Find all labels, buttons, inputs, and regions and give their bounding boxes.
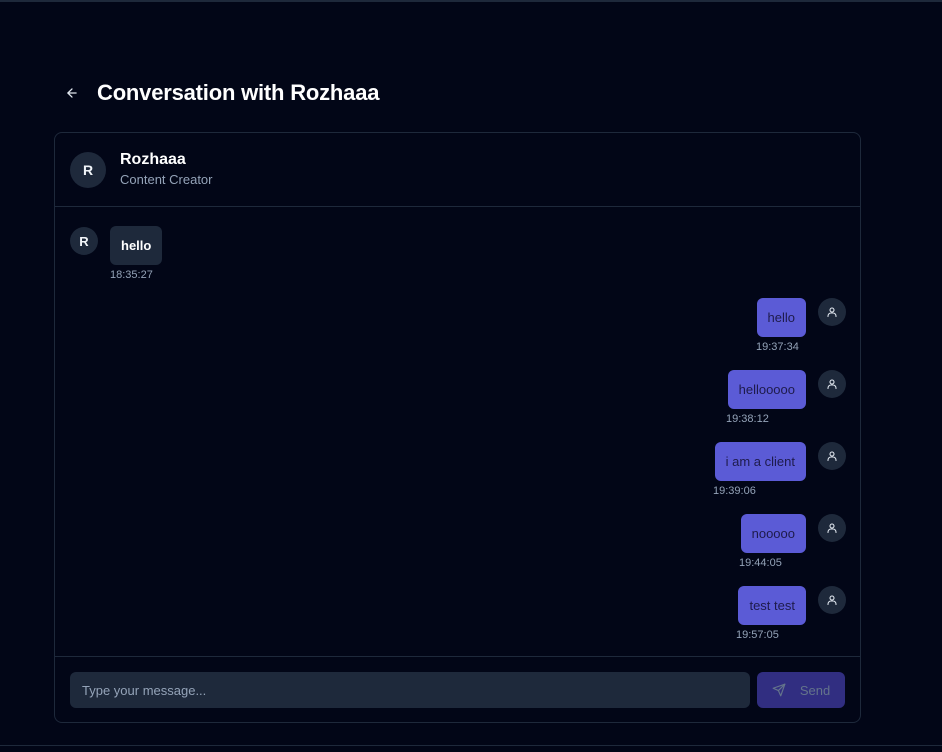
message-outgoing: test test 19:57:05 bbox=[55, 586, 860, 646]
contact-name: Rozhaaa bbox=[120, 151, 186, 168]
user-icon bbox=[827, 379, 837, 390]
message-bubble: hello bbox=[756, 298, 806, 337]
message-outgoing: hello 19:37:34 bbox=[55, 298, 860, 358]
message-list[interactable]: R hello 18:35:27 hello 19:37:34 helloooo… bbox=[55, 207, 860, 657]
message-bubble: hellooooo bbox=[727, 370, 806, 409]
message-time: 19:37:34 bbox=[756, 341, 799, 353]
user-avatar bbox=[818, 442, 846, 470]
send-button[interactable]: Send bbox=[757, 672, 845, 708]
message-bubble: hello bbox=[110, 226, 163, 265]
user-icon bbox=[827, 523, 837, 534]
message-time: 19:39:06 bbox=[713, 485, 756, 497]
top-divider bbox=[0, 0, 942, 2]
message-bubble: nooooo bbox=[740, 514, 806, 553]
message-time: 18:35:27 bbox=[110, 269, 153, 281]
message-time: 19:57:05 bbox=[736, 629, 779, 641]
message-input[interactable] bbox=[70, 672, 750, 708]
user-avatar bbox=[818, 370, 846, 398]
contact-avatar: R bbox=[70, 151, 106, 188]
message-time: 19:44:05 bbox=[739, 557, 782, 569]
message-outgoing: hellooooo 19:38:12 bbox=[55, 370, 860, 430]
user-avatar bbox=[818, 298, 846, 326]
bottom-divider bbox=[0, 745, 942, 746]
message-incoming: R hello 18:35:27 bbox=[55, 207, 860, 281]
message-outgoing: nooooo 19:44:05 bbox=[55, 514, 860, 574]
page-header: Conversation with Rozhaaa bbox=[62, 78, 379, 108]
message-bubble: test test bbox=[738, 586, 806, 625]
contact-info: Rozhaaa Content Creator bbox=[120, 150, 213, 189]
user-icon bbox=[827, 307, 837, 318]
user-avatar bbox=[818, 514, 846, 542]
message-time: 19:38:12 bbox=[726, 413, 769, 425]
user-icon bbox=[827, 595, 837, 606]
send-icon bbox=[772, 683, 786, 697]
sender-avatar: R bbox=[70, 227, 98, 255]
conversation-card: R Rozhaaa Content Creator R hello 18:35:… bbox=[54, 132, 861, 723]
contact-header: R Rozhaaa Content Creator bbox=[55, 133, 860, 207]
message-outgoing: i am a client 19:39:06 bbox=[55, 442, 860, 502]
contact-role: Content Creator bbox=[120, 172, 213, 187]
user-avatar bbox=[818, 586, 846, 614]
message-composer: Send bbox=[55, 656, 860, 722]
back-button[interactable] bbox=[62, 83, 82, 103]
arrow-left-icon bbox=[67, 88, 77, 98]
user-icon bbox=[827, 451, 837, 462]
page-title: Conversation with Rozhaaa bbox=[97, 80, 380, 105]
send-button-label: Send bbox=[799, 682, 831, 698]
message-bubble: i am a client bbox=[714, 442, 806, 481]
